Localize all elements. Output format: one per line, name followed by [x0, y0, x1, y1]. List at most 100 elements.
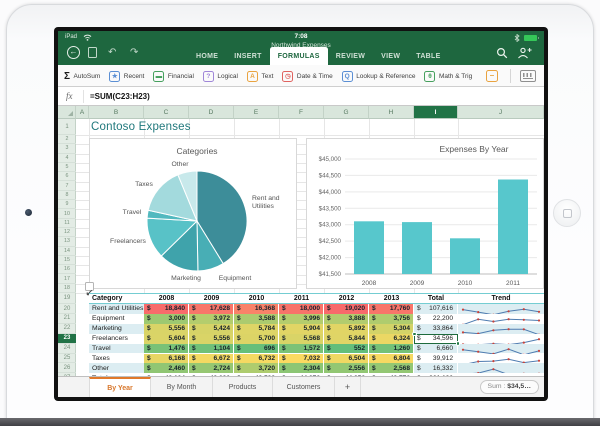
table-cell-2009[interactable]: $6,672	[189, 353, 234, 364]
search-icon[interactable]	[496, 47, 508, 59]
table-cell-trend[interactable]	[458, 304, 544, 316]
sheet-tab-by-month[interactable]: By Month	[151, 377, 213, 397]
table-cell-2008[interactable]: $5,556	[144, 323, 189, 334]
sheet-tab-customers[interactable]: Customers	[273, 377, 335, 397]
table-cell-2009[interactable]: $1,104	[189, 343, 234, 354]
table-cell-2012[interactable]: $19,020	[324, 304, 369, 314]
column-header-E[interactable]: E	[234, 106, 279, 119]
table-cell-total[interactable]: $16,332	[414, 363, 458, 374]
table-cell-category[interactable]: Freelancers	[89, 333, 144, 344]
ribbon-item-autosum[interactable]: Σ AutoSum	[64, 71, 100, 82]
selection-handle-top-left[interactable]	[412, 331, 417, 337]
table-cell-2010[interactable]: $696	[234, 343, 279, 354]
table-cell-total[interactable]: $107,616	[414, 304, 458, 314]
selection-handle-bottom-right[interactable]	[455, 341, 460, 346]
ribbon-item-logical[interactable]: ? Logical	[202, 70, 238, 82]
row-header-5[interactable]: 5	[58, 163, 76, 173]
row-header-9[interactable]: 9	[58, 200, 76, 210]
table-cell-2009[interactable]: $17,628	[189, 304, 234, 314]
table-cell-2013[interactable]: $1,260	[369, 343, 414, 354]
formula-text[interactable]: =SUM(C23:H23)	[90, 92, 150, 101]
bar-2009[interactable]	[402, 222, 432, 274]
table-cell-2011[interactable]: $3,996	[279, 313, 324, 324]
add-sheet-button[interactable]: +	[335, 377, 361, 397]
tab-home[interactable]: HOME	[188, 49, 226, 65]
column-header-D[interactable]: D	[189, 106, 234, 119]
bar-2011[interactable]	[498, 179, 528, 275]
table-cell-trend[interactable]	[458, 343, 544, 356]
more-functions-button[interactable]: –	[486, 70, 498, 82]
tab-view[interactable]: VIEW	[373, 49, 408, 65]
table-cell-2010[interactable]: $3,588	[234, 313, 279, 324]
column-header-G[interactable]: G	[324, 106, 369, 119]
row-header-16[interactable]: 16	[58, 265, 76, 275]
row-header-22[interactable]: 22	[58, 324, 76, 334]
row-header-13[interactable]: 13	[58, 237, 76, 247]
table-cell-2008[interactable]: $6,168	[144, 353, 189, 364]
table-cell-total[interactable]: $6,660	[414, 343, 458, 354]
table-cell-2011[interactable]: $5,904	[279, 323, 324, 334]
row-header-11[interactable]: 11	[58, 219, 76, 228]
table-cell-2011[interactable]: $7,032	[279, 353, 324, 364]
table-cell-2013[interactable]: $3,756	[369, 313, 414, 324]
row-header-4[interactable]: 4	[58, 154, 76, 163]
sheet-title-cell[interactable]: Contoso Expenses	[91, 121, 191, 133]
table-cell-2013[interactable]: $5,304	[369, 323, 414, 334]
column-header-J[interactable]: J	[458, 106, 544, 119]
row-header-1[interactable]: 1	[58, 119, 76, 135]
table-cell-trend[interactable]	[458, 363, 544, 376]
table-cell-2008[interactable]: $2,460	[144, 363, 189, 374]
ribbon-item-text[interactable]: A Text	[247, 70, 273, 82]
row-header-18[interactable]: 18	[58, 284, 76, 294]
table-cell-2013[interactable]: $17,760	[369, 304, 414, 314]
row-header-3[interactable]: 3	[58, 144, 76, 154]
table-cell-category[interactable]: Taxes	[89, 353, 144, 364]
ribbon-item-math-trig[interactable]: θ Math & Trig	[424, 70, 472, 82]
ribbon-item-lookup-reference[interactable]: Q Lookup & Reference	[341, 70, 415, 82]
selected-cell-outline[interactable]	[412, 331, 460, 346]
row-header-2[interactable]: 2	[58, 135, 76, 145]
ribbon-item-financial[interactable]: ▬ Financial	[153, 70, 194, 82]
table-cell-2009[interactable]: $5,424	[189, 323, 234, 334]
table-cell-2009[interactable]: $3,972	[189, 313, 234, 324]
column-header-I[interactable]: I	[414, 106, 458, 119]
table-cell-2008[interactable]: $5,604	[144, 333, 189, 344]
table-cell-2011[interactable]: $1,572	[279, 343, 324, 354]
column-header-H[interactable]: H	[369, 106, 414, 119]
table-cell-total[interactable]: $39,912	[414, 353, 458, 364]
table-cell-2012[interactable]: $5,844	[324, 333, 369, 344]
row-header-10[interactable]: 10	[58, 209, 76, 219]
undo-button[interactable]: ↶	[108, 46, 116, 59]
column-header-C[interactable]: C	[144, 106, 189, 119]
table-cell-category[interactable]: Rent and Utilities	[89, 304, 144, 314]
redo-button[interactable]: ↷	[130, 46, 138, 59]
table-cell-2013[interactable]: $2,568	[369, 363, 414, 374]
row-header-7[interactable]: 7	[58, 182, 76, 191]
table-cell-trend[interactable]	[458, 353, 544, 366]
bar-2008[interactable]	[354, 221, 384, 274]
bar-2010[interactable]	[450, 238, 480, 274]
pie-chart[interactable]: Categories Rent and Utilities Equipment Mark…	[89, 138, 297, 289]
row-header-24[interactable]: 24	[58, 344, 76, 354]
chart-resize-handle[interactable]	[85, 282, 94, 296]
row-header-19[interactable]: 19	[58, 293, 76, 305]
table-cell-2010[interactable]: $5,784	[234, 323, 279, 334]
table-cell-2011[interactable]: $18,000	[279, 304, 324, 314]
tab-insert[interactable]: INSERT	[226, 49, 269, 65]
column-header-F[interactable]: F	[279, 106, 324, 119]
table-cell-2008[interactable]: $3,000	[144, 313, 189, 324]
table-cell-category[interactable]: Travel	[89, 343, 144, 354]
table-cell-category[interactable]: Equipment	[89, 313, 144, 324]
table-cell-trend[interactable]	[458, 323, 544, 336]
row-header-17[interactable]: 17	[58, 275, 76, 284]
table-cell-2010[interactable]: $6,732	[234, 353, 279, 364]
back-button[interactable]: ←	[67, 46, 80, 59]
table-cell-category[interactable]: Marketing	[89, 323, 144, 334]
table-cell-2010[interactable]: $3,720	[234, 363, 279, 374]
table-cell-total[interactable]: $33,864	[414, 323, 458, 334]
cells-area[interactable]: Contoso Expenses Categories Rent and Utili…	[76, 119, 544, 376]
share-people-icon[interactable]	[517, 47, 532, 59]
sheet-tab-by-year[interactable]: By Year	[89, 377, 151, 397]
table-cell-trend[interactable]	[458, 333, 544, 346]
row-header-12[interactable]: 12	[58, 228, 76, 238]
